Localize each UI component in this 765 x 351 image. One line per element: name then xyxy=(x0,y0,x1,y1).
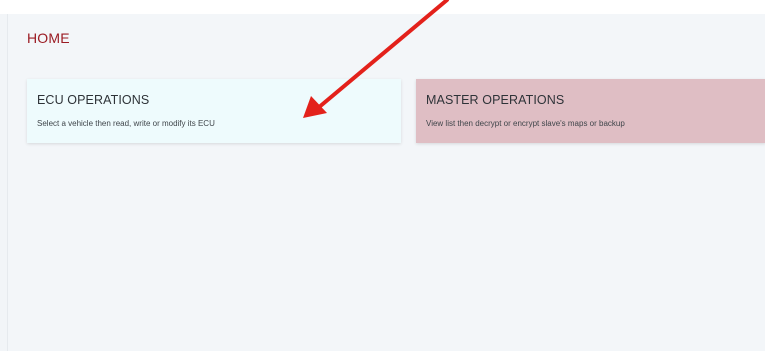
ecu-operations-title: ECU OPERATIONS xyxy=(37,93,150,107)
ecu-operations-description: Select a vehicle then read, write or mod… xyxy=(37,119,215,128)
master-operations-description: View list then decrypt or encrypt slave'… xyxy=(426,119,625,128)
ecu-operations-card[interactable]: ECU OPERATIONS Select a vehicle then rea… xyxy=(27,79,401,143)
master-operations-title: MASTER OPERATIONS xyxy=(426,93,565,107)
home-page: HOME ECU OPERATIONS Select a vehicle the… xyxy=(7,14,765,351)
page-title: HOME xyxy=(27,30,70,46)
top-bar xyxy=(0,0,765,14)
master-operations-card[interactable]: MASTER OPERATIONS View list then decrypt… xyxy=(416,79,765,143)
